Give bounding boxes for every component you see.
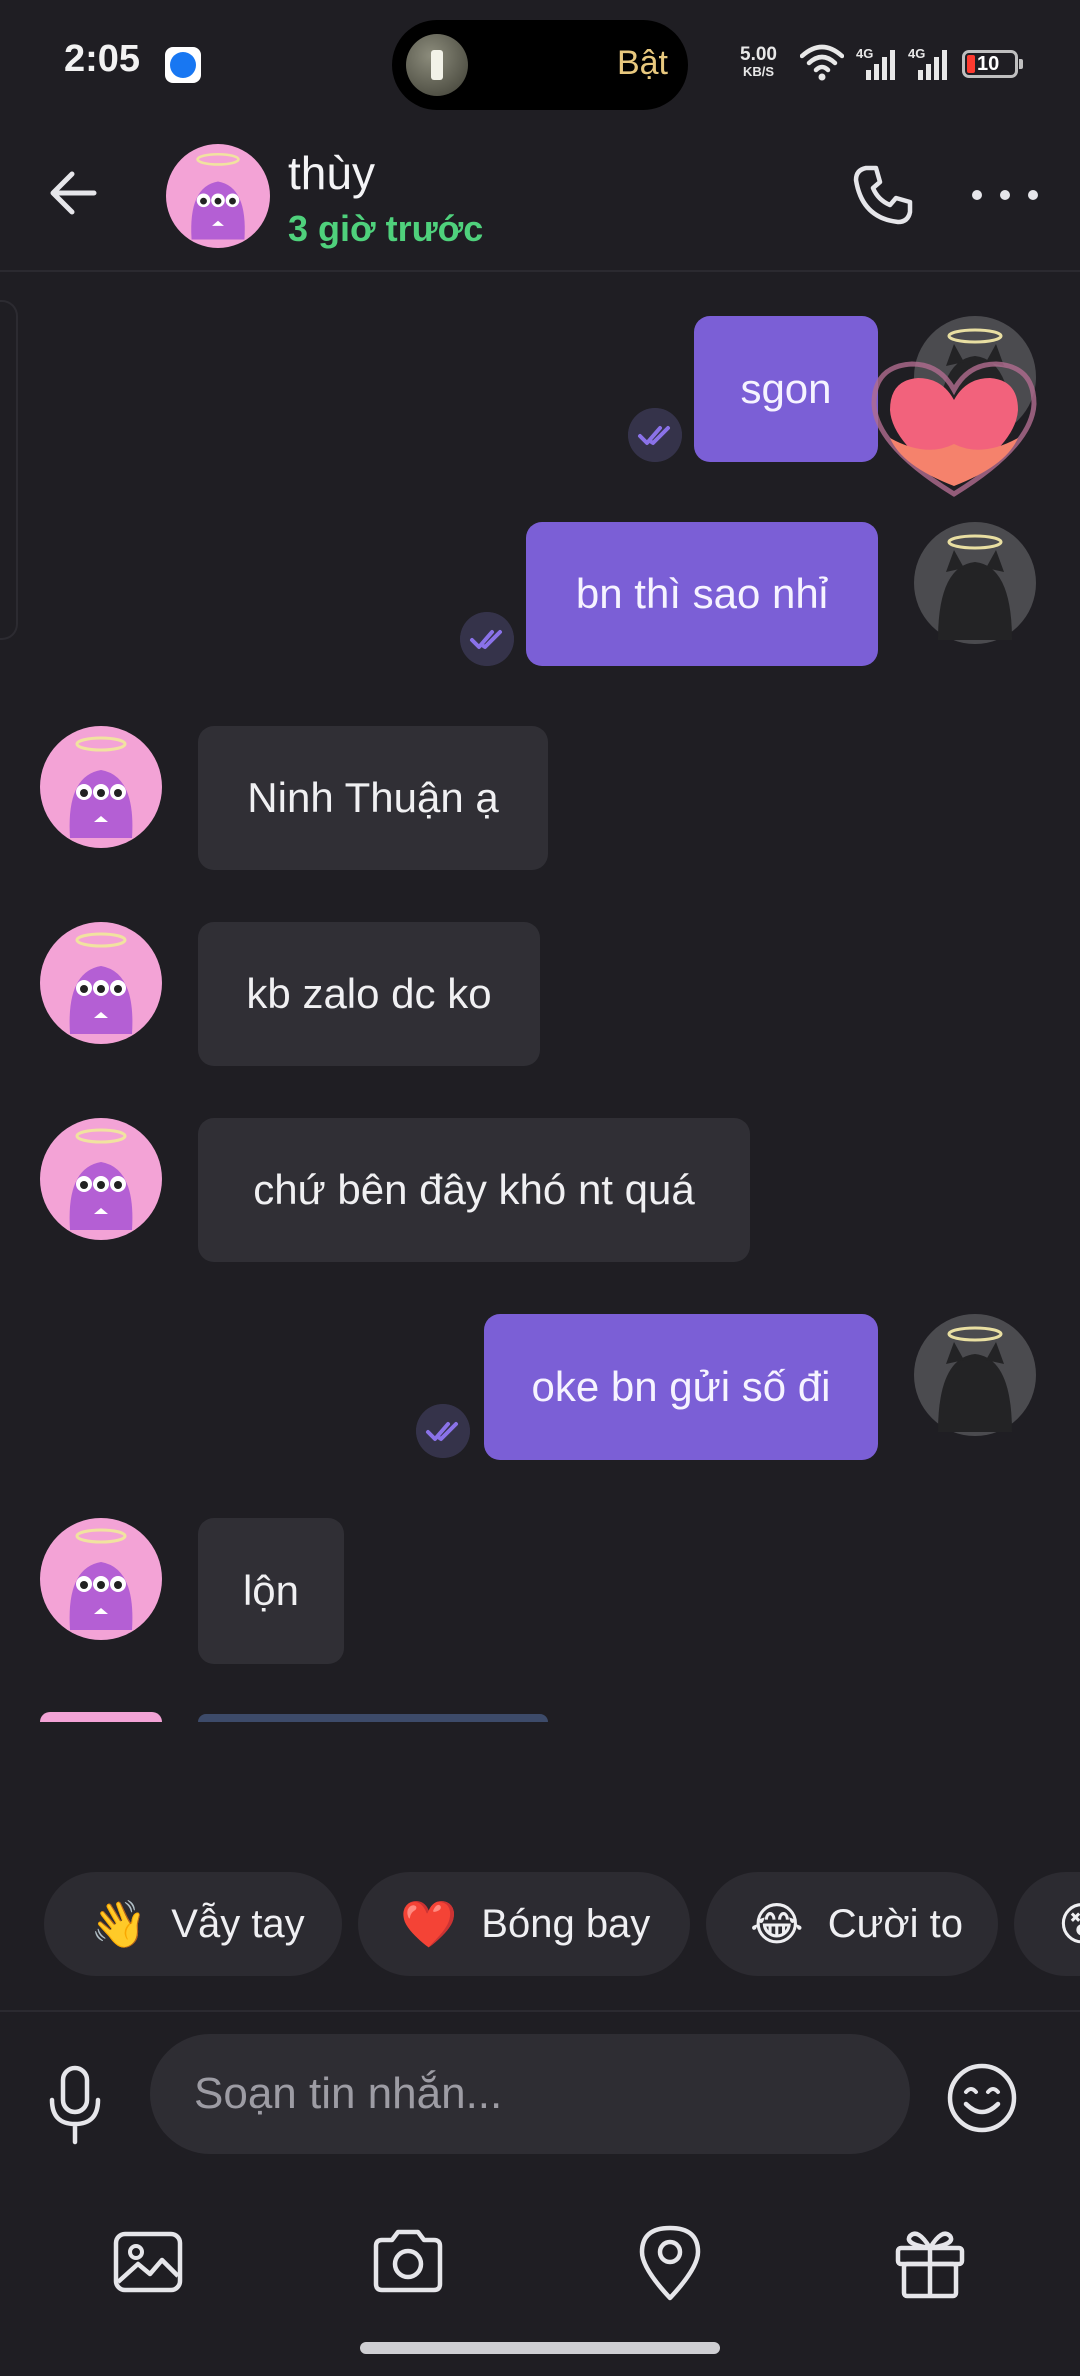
cell-signal-2-icon: 4G bbox=[908, 46, 950, 80]
battery-level: 10 bbox=[977, 53, 1000, 75]
quick-reaction-laugh[interactable]: 😂 Cười to bbox=[706, 1872, 998, 1976]
incoming-media-partial bbox=[198, 1714, 548, 1722]
read-receipt-icon bbox=[460, 612, 514, 666]
message-input[interactable] bbox=[150, 2034, 910, 2154]
network-speed-unit: KB/S bbox=[742, 64, 775, 79]
smiley-icon[interactable] bbox=[946, 2062, 1018, 2134]
image-icon[interactable] bbox=[106, 2220, 190, 2304]
laughing-face-icon: 😂 bbox=[750, 1898, 804, 1950]
back-arrow-icon[interactable] bbox=[40, 158, 110, 228]
quick-reaction-label: Vẫy tay bbox=[171, 1901, 305, 1946]
incoming-message-bubble[interactable]: Ninh Thuận ạ bbox=[198, 726, 548, 870]
last-active-status: 3 giờ trước bbox=[288, 208, 484, 249]
contact-avatar-partial bbox=[40, 1712, 162, 1722]
quick-reaction-bar: 👋 Vẫy tay ❤️ Bóng bay 😂 Cười to 😵 bbox=[0, 1872, 1080, 1976]
microphone-icon[interactable] bbox=[40, 2062, 110, 2148]
incoming-message-bubble[interactable]: chứ bên đây khó nt quá bbox=[198, 1118, 750, 1262]
network-speed-value: 5.00 bbox=[740, 44, 777, 65]
heart-reaction-sticker bbox=[871, 361, 1037, 497]
home-indicator[interactable] bbox=[360, 2342, 720, 2354]
outgoing-message-bubble[interactable]: sgon bbox=[694, 316, 878, 462]
status-bar: 2:05 Bật 5.00 KB/S 4G 4G 10 bbox=[0, 0, 1080, 120]
contact-avatar[interactable] bbox=[166, 144, 270, 248]
cell-signal-1-icon: 4G bbox=[856, 46, 898, 80]
incoming-message-bubble[interactable]: lộn bbox=[198, 1518, 344, 1664]
phone-icon[interactable] bbox=[848, 160, 918, 230]
contact-avatar[interactable] bbox=[40, 922, 162, 1044]
flashlight-icon bbox=[406, 34, 468, 96]
quick-reaction-wave[interactable]: 👋 Vẫy tay bbox=[44, 1872, 342, 1976]
heart-icon: ❤️ bbox=[400, 1897, 458, 1950]
my-avatar[interactable] bbox=[914, 1314, 1036, 1436]
more-options-icon[interactable] bbox=[968, 160, 1042, 230]
battery-icon: 10 bbox=[962, 50, 1023, 78]
contact-avatar[interactable] bbox=[40, 1518, 162, 1640]
outgoing-message-bubble[interactable]: bn thì sao nhỉ bbox=[526, 522, 878, 666]
wifi-icon bbox=[800, 44, 844, 81]
contact-avatar[interactable] bbox=[40, 1118, 162, 1240]
dizzy-face-icon: 😵 bbox=[1058, 1897, 1080, 1951]
dynamic-island[interactable]: Bật bbox=[392, 20, 688, 110]
message-composer bbox=[0, 2010, 1080, 2190]
contact-avatar[interactable] bbox=[40, 726, 162, 848]
quick-reaction-balloon[interactable]: ❤️ Bóng bay bbox=[358, 1872, 690, 1976]
map-pin-icon[interactable] bbox=[628, 2220, 712, 2304]
quick-reaction-label: Bóng bay bbox=[481, 1901, 651, 1946]
status-time: 2:05 bbox=[64, 38, 141, 80]
outgoing-message-bubble[interactable]: oke bn gửi số đi bbox=[484, 1314, 878, 1460]
waving-hand-icon: 👋 bbox=[90, 1897, 148, 1950]
messenger-notification-icon bbox=[165, 47, 201, 83]
read-receipt-icon bbox=[628, 408, 682, 462]
camera-icon[interactable] bbox=[366, 2220, 450, 2304]
flashlight-status-label: Bật bbox=[616, 44, 668, 82]
quick-reaction-dizzy[interactable]: 😵 bbox=[1014, 1872, 1080, 1976]
incoming-message-bubble[interactable]: kb zalo dc ko bbox=[198, 922, 540, 1066]
my-avatar[interactable] bbox=[914, 522, 1036, 644]
chat-header: thùy 3 giờ trước bbox=[0, 120, 1080, 272]
contact-name[interactable]: thùy bbox=[288, 146, 375, 200]
network-speed: 5.00 KB/S bbox=[740, 44, 777, 80]
gift-icon[interactable] bbox=[888, 2220, 972, 2304]
quick-reaction-label: Cười to bbox=[827, 1901, 964, 1946]
edge-panel-handle[interactable] bbox=[0, 300, 18, 640]
attachment-toolbar bbox=[0, 2210, 1080, 2330]
read-receipt-icon bbox=[416, 1404, 470, 1458]
